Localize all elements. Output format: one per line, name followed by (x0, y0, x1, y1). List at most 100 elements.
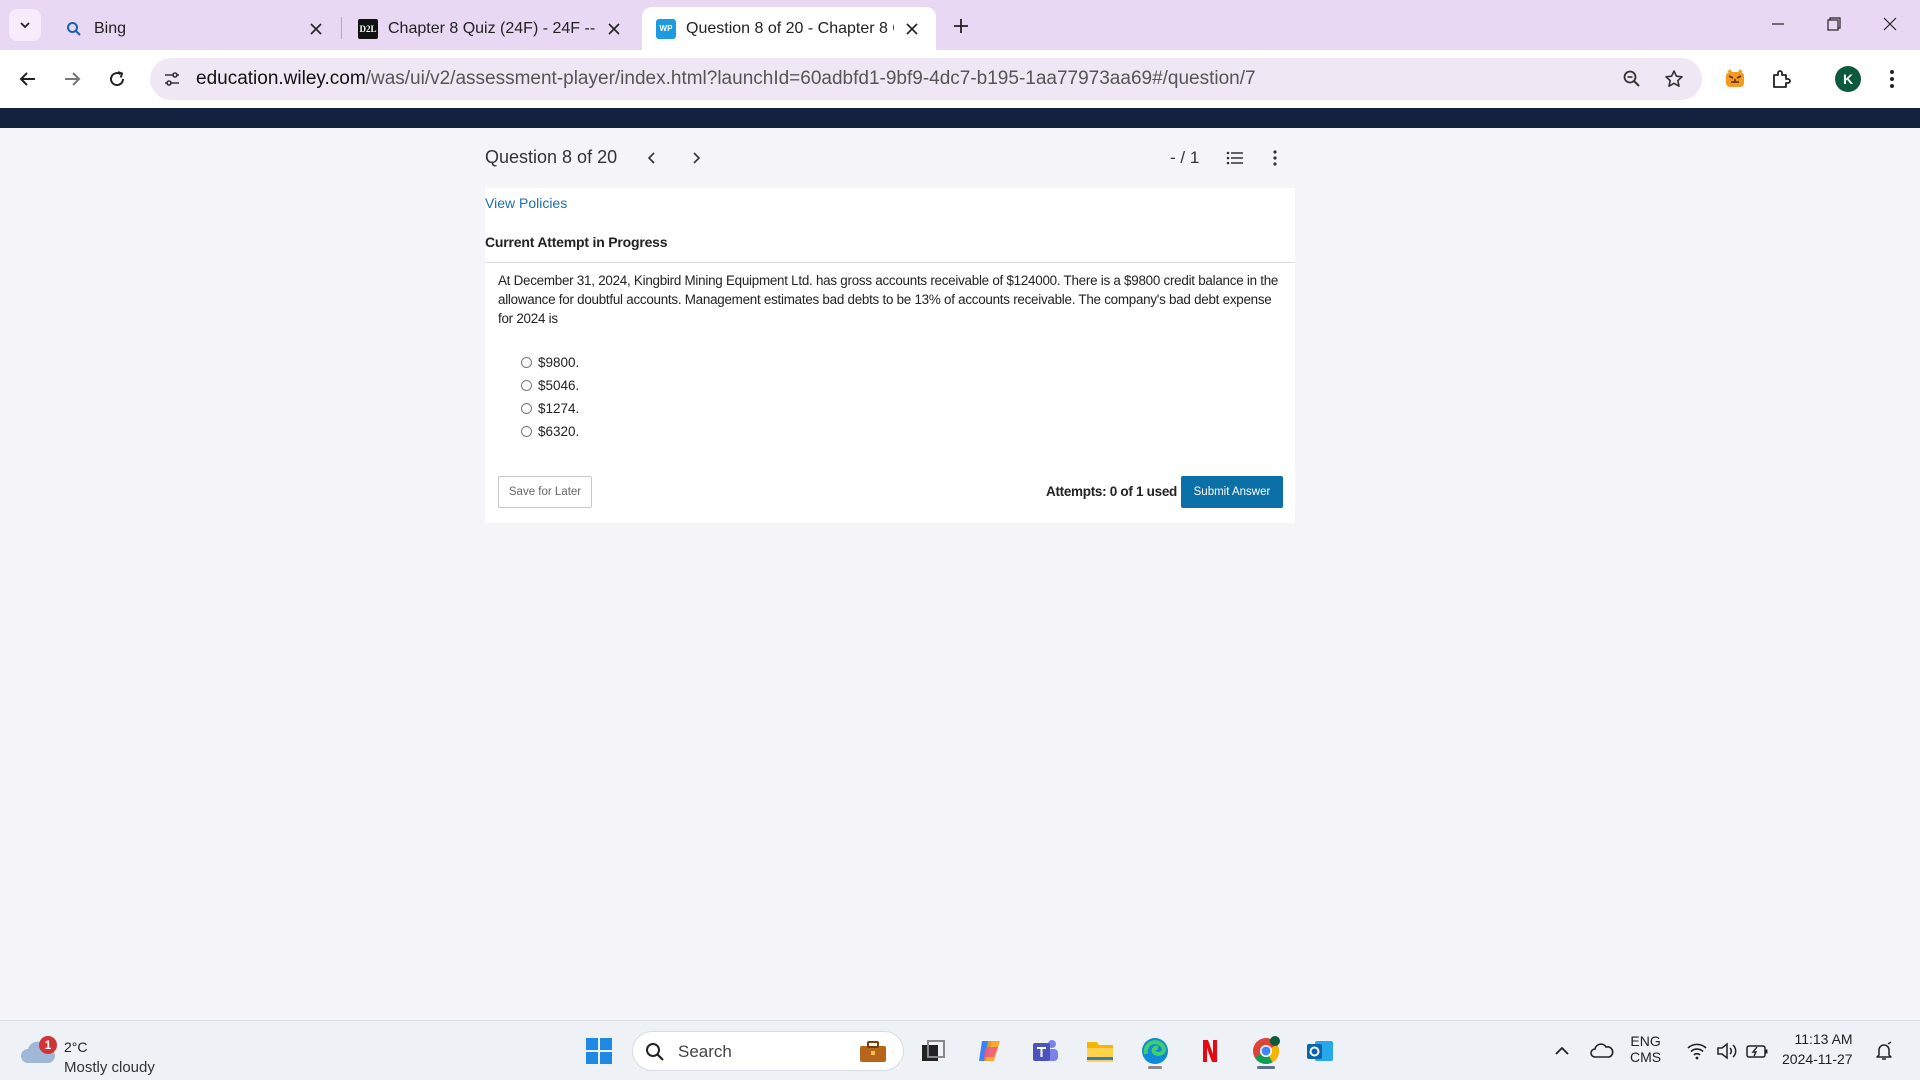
chrome-icon[interactable] (1246, 1031, 1286, 1071)
site-info-icon[interactable] (160, 67, 184, 91)
close-icon (1883, 17, 1897, 31)
input-method: CMS (1630, 1049, 1662, 1065)
language-indicator[interactable]: ENG CMS (1630, 1033, 1661, 1065)
restore-button[interactable] (1806, 0, 1862, 48)
chevron-left-icon (647, 152, 655, 164)
netflix-icon[interactable] (1190, 1031, 1230, 1071)
weather-temperature: 2°C (64, 1039, 88, 1055)
chevron-down-icon (20, 22, 30, 29)
wileyplus-logo-text: WP (659, 24, 673, 33)
divider (485, 262, 1295, 263)
browser-tab-wileyplus[interactable]: WP Question 8 of 20 - Chapter 8 Q (642, 7, 936, 50)
answer-option-label: $5046. (538, 378, 580, 393)
more-vertical-icon (1890, 70, 1894, 88)
onedrive-icon[interactable] (1582, 1031, 1622, 1071)
reload-button[interactable] (101, 63, 133, 95)
answer-options: $9800. $5046. $1274. $6320. (521, 351, 579, 443)
app-header-bar (0, 108, 1920, 128)
system-clock[interactable]: 11:13 AM 2024-11-27 (1782, 1029, 1853, 1069)
answer-option[interactable]: $1274. (521, 397, 579, 420)
question-more-button[interactable] (1265, 146, 1285, 170)
clock-date: 2024-11-27 (1782, 1051, 1853, 1067)
view-policies-link[interactable]: View Policies (485, 195, 567, 211)
reload-icon (110, 71, 125, 87)
bookmark-star-icon[interactable] (1662, 67, 1686, 91)
profile-initial: K (1835, 66, 1861, 92)
language-code: ENG (1630, 1033, 1661, 1049)
tab-title: Chapter 8 Quiz (24F) - 24F --Fin (388, 19, 596, 37)
browser-tab-strip: Bing D2L Chapter 8 Quiz (24F) - 24F --Fi… (0, 0, 1920, 50)
clock-time: 11:13 AM (1794, 1031, 1853, 1047)
answer-option[interactable]: $9800. (521, 351, 579, 374)
chevron-up-icon[interactable] (1542, 1031, 1582, 1071)
arrow-left-icon (19, 72, 35, 86)
profile-avatar[interactable]: K (1832, 63, 1864, 95)
back-button[interactable] (12, 63, 44, 95)
assessment-page: Question 8 of 20 - / 1 View Policies Cur… (0, 128, 1920, 1020)
answer-option[interactable]: $5046. (521, 374, 579, 397)
search-icon (646, 1043, 664, 1061)
next-question-button[interactable] (684, 146, 708, 170)
d2l-logo-icon: D2L (358, 18, 378, 39)
extensions-puzzle-icon[interactable] (1765, 63, 1797, 95)
minimize-button[interactable] (1750, 0, 1806, 48)
url-path: /was/ui/v2/assessment-player/index.html?… (365, 68, 1256, 89)
windows-logo-icon (586, 1038, 612, 1064)
tab-title: Bing (94, 19, 127, 37)
close-window-button[interactable] (1862, 0, 1918, 48)
running-indicator (1257, 1066, 1275, 1069)
close-tab-icon[interactable] (306, 19, 326, 39)
weather-widget[interactable]: 1 2°C Mostly cloudy (20, 1029, 170, 1076)
copilot-icon[interactable] (970, 1031, 1010, 1071)
minimize-icon (1772, 23, 1784, 25)
tab-search-button[interactable] (9, 9, 41, 41)
forward-button[interactable] (56, 63, 88, 95)
answer-option[interactable]: $6320. (521, 420, 579, 443)
chevron-right-icon (693, 152, 701, 164)
search-placeholder: Search (678, 1042, 732, 1061)
answer-option-label: $9800. (538, 355, 580, 370)
browser-menu-button[interactable] (1876, 63, 1908, 95)
taskbar-search-box[interactable]: Search (632, 1031, 904, 1071)
radio-button[interactable] (521, 357, 532, 368)
task-view-icon[interactable] (913, 1031, 953, 1071)
plus-icon (954, 19, 968, 33)
url-text[interactable]: education.wiley.com/was/ui/v2/assessment… (196, 68, 1256, 90)
briefcase-icon (853, 1038, 893, 1066)
question-score: - / 1 (1170, 148, 1200, 167)
file-explorer-icon[interactable] (1080, 1031, 1120, 1071)
wileyplus-logo-icon: WP (656, 18, 676, 39)
tab-separator (341, 17, 342, 39)
question-list-button[interactable] (1223, 146, 1247, 170)
more-vertical-icon (1273, 150, 1277, 166)
zoom-icon[interactable] (1620, 67, 1644, 91)
radio-button[interactable] (521, 426, 532, 437)
outlook-icon[interactable] (1300, 1031, 1340, 1071)
battery-icon[interactable] (1737, 1031, 1777, 1071)
restore-icon (1827, 17, 1841, 31)
previous-question-button[interactable] (640, 146, 664, 170)
close-tab-icon[interactable] (604, 19, 624, 39)
radio-button[interactable] (521, 403, 532, 414)
teams-icon[interactable] (1025, 1031, 1065, 1071)
save-for-later-button[interactable]: Save for Later (498, 476, 592, 508)
notification-bell-icon[interactable] (1864, 1031, 1904, 1071)
browser-tab-d2l[interactable]: D2L Chapter 8 Quiz (24F) - 24F --Fin (344, 7, 638, 50)
close-tab-icon[interactable] (902, 19, 922, 39)
url-host: education.wiley.com (196, 68, 366, 89)
question-text: At December 31, 2024, Kingbird Mining Eq… (498, 273, 1279, 326)
d2l-logo-text: D2L (359, 23, 377, 34)
answer-option-label: $1274. (538, 401, 580, 416)
extension-tiger-icon[interactable] (1719, 63, 1751, 95)
edge-browser-icon[interactable] (1135, 1031, 1175, 1071)
attempts-counter: Attempts: 0 of 1 used (1046, 484, 1177, 499)
question-card: View Policies Current Attempt in Progres… (485, 188, 1295, 523)
start-button[interactable] (579, 1031, 619, 1071)
question-header: Question 8 of 20 (485, 147, 618, 167)
attempt-status-heading: Current Attempt in Progress (485, 234, 668, 250)
new-tab-button[interactable] (945, 10, 977, 42)
submit-answer-button[interactable]: Submit Answer (1181, 476, 1283, 508)
radio-button[interactable] (521, 380, 532, 391)
address-bar[interactable]: education.wiley.com/was/ui/v2/assessment… (150, 58, 1702, 100)
browser-tab-bing[interactable]: Bing (50, 7, 340, 50)
